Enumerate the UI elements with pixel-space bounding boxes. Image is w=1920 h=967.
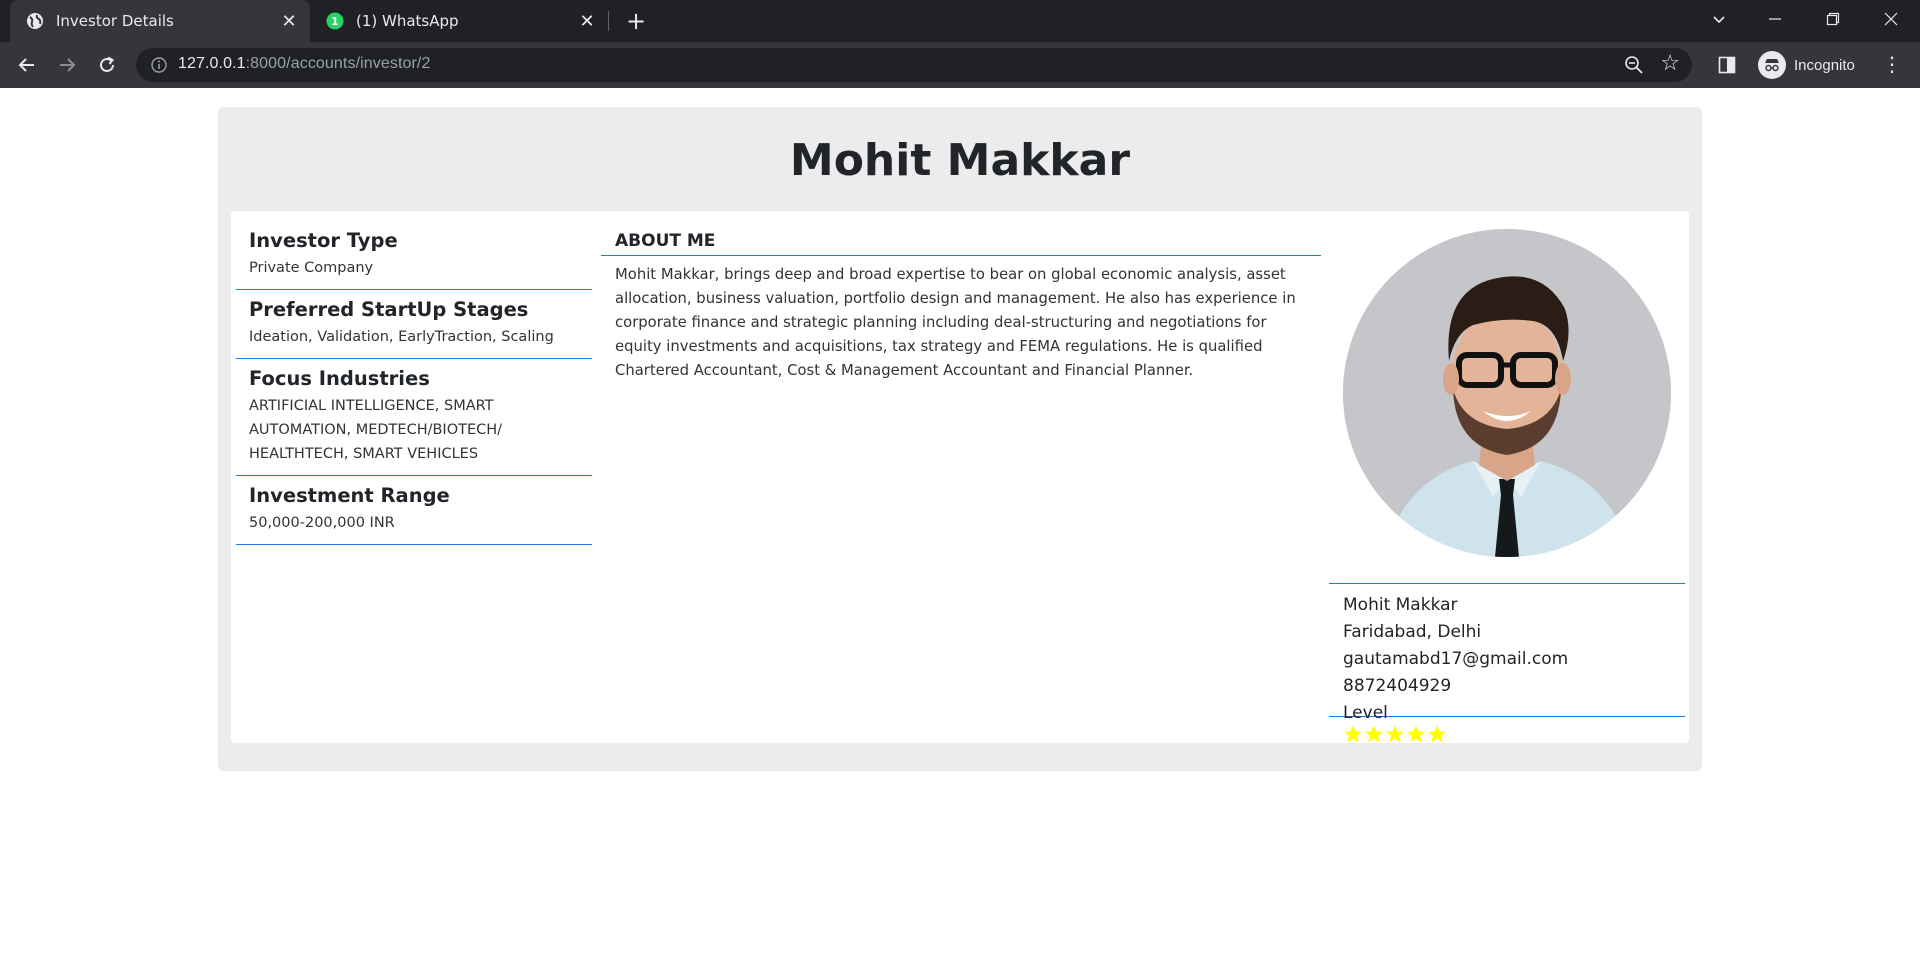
page-title: Mohit Makkar [789, 135, 1131, 186]
star-icon [1427, 725, 1447, 743]
side-panel-icon[interactable] [1718, 56, 1736, 74]
star-icon [1406, 725, 1426, 743]
detail-value: ARTIFICIAL INTELLIGENCE, SMART AUTOMATIO… [249, 398, 503, 462]
url-path: :8000/accounts/investor/2 [245, 55, 431, 72]
startup-stages-block: Preferred StartUp Stages Ideation, Valid… [236, 298, 592, 359]
star-icon [1343, 725, 1363, 743]
about-text: Mohit Makkar, brings deep and broad expe… [615, 266, 1296, 379]
address-bar[interactable]: 127.0.0.1:8000/accounts/investor/2 ☆ [136, 48, 1692, 82]
whatsapp-icon: 1 [326, 12, 344, 30]
detail-value: Ideation, Validation, EarlyTraction, Sca… [249, 329, 554, 345]
details-panel: Investor Type Private Company Preferred … [231, 211, 1689, 743]
detail-value: 50,000-200,000 INR [249, 515, 395, 531]
profile-photo [1343, 229, 1671, 557]
globe-icon [26, 12, 44, 30]
star-icon [1385, 725, 1405, 743]
tab-separator [608, 11, 609, 31]
investor-card: Mohit Makkar Investor Type Private Compa… [218, 107, 1702, 771]
restore-icon[interactable] [1810, 0, 1856, 38]
profile-name: Mohit Makkar [1343, 595, 1458, 615]
investor-type-block: Investor Type Private Company [236, 229, 592, 290]
level-rating [1343, 724, 1671, 744]
tab-whatsapp[interactable]: 1 (1) WhatsApp ✕ [310, 0, 608, 42]
close-tab-icon[interactable]: ✕ [278, 10, 300, 32]
profile-contact: gautamabd17@gmail.com 8872404929 [1343, 649, 1569, 696]
reload-icon[interactable] [92, 50, 122, 80]
more-menu-icon[interactable]: ⋮ [1880, 52, 1904, 78]
close-window-icon[interactable] [1868, 0, 1914, 38]
level-label: Level [1343, 703, 1388, 723]
profile-info: Mohit Makkar Faridabad, Delhi gautamabd1… [1329, 583, 1685, 743]
svg-text:1: 1 [331, 15, 339, 28]
investor-details-list: Investor Type Private Company Preferred … [236, 229, 592, 553]
star-icon [1364, 725, 1384, 743]
tab-title: (1) WhatsApp [356, 12, 459, 30]
detail-label: Investor Type [249, 229, 398, 252]
detail-label: Investment Range [249, 484, 450, 507]
detail-value: Private Company [249, 260, 374, 276]
about-section: ABOUT ME Mohit Makkar, brings deep and b… [601, 231, 1321, 383]
zoom-out-icon[interactable] [1624, 55, 1644, 75]
focus-industries-block: Focus Industries ARTIFICIAL INTELLIGENCE… [236, 367, 592, 476]
back-icon[interactable] [12, 50, 42, 80]
tab-search-chevron-icon[interactable] [1696, 0, 1742, 38]
tab-title: Investor Details [56, 12, 174, 30]
profile-location: Faridabad, Delhi [1343, 622, 1482, 642]
browser-toolbar: 127.0.0.1:8000/accounts/investor/2 ☆ Inc… [0, 42, 1920, 88]
incognito-profile-button[interactable]: Incognito [1754, 48, 1867, 82]
close-tab-icon[interactable]: ✕ [576, 10, 598, 32]
about-heading: ABOUT ME [601, 231, 1321, 256]
incognito-icon [1758, 51, 1786, 79]
url-host: 127.0.0.1 [178, 55, 246, 72]
bookmark-star-icon[interactable]: ☆ [1660, 51, 1680, 76]
incognito-label: Incognito [1794, 56, 1855, 74]
url-text[interactable]: 127.0.0.1:8000/accounts/investor/2 [178, 55, 430, 73]
site-info-icon[interactable] [150, 56, 168, 74]
tab-investor-details[interactable]: Investor Details ✕ [10, 0, 310, 42]
minimize-icon[interactable] [1752, 0, 1798, 38]
forward-icon[interactable] [52, 50, 82, 80]
detail-label: Preferred StartUp Stages [249, 298, 529, 321]
new-tab-icon[interactable]: + [622, 7, 650, 35]
investment-range-block: Investment Range 50,000-200,000 INR [236, 484, 592, 545]
tab-strip: Investor Details ✕ 1 (1) WhatsApp ✕ + [0, 0, 1920, 42]
detail-label: Focus Industries [249, 367, 430, 390]
